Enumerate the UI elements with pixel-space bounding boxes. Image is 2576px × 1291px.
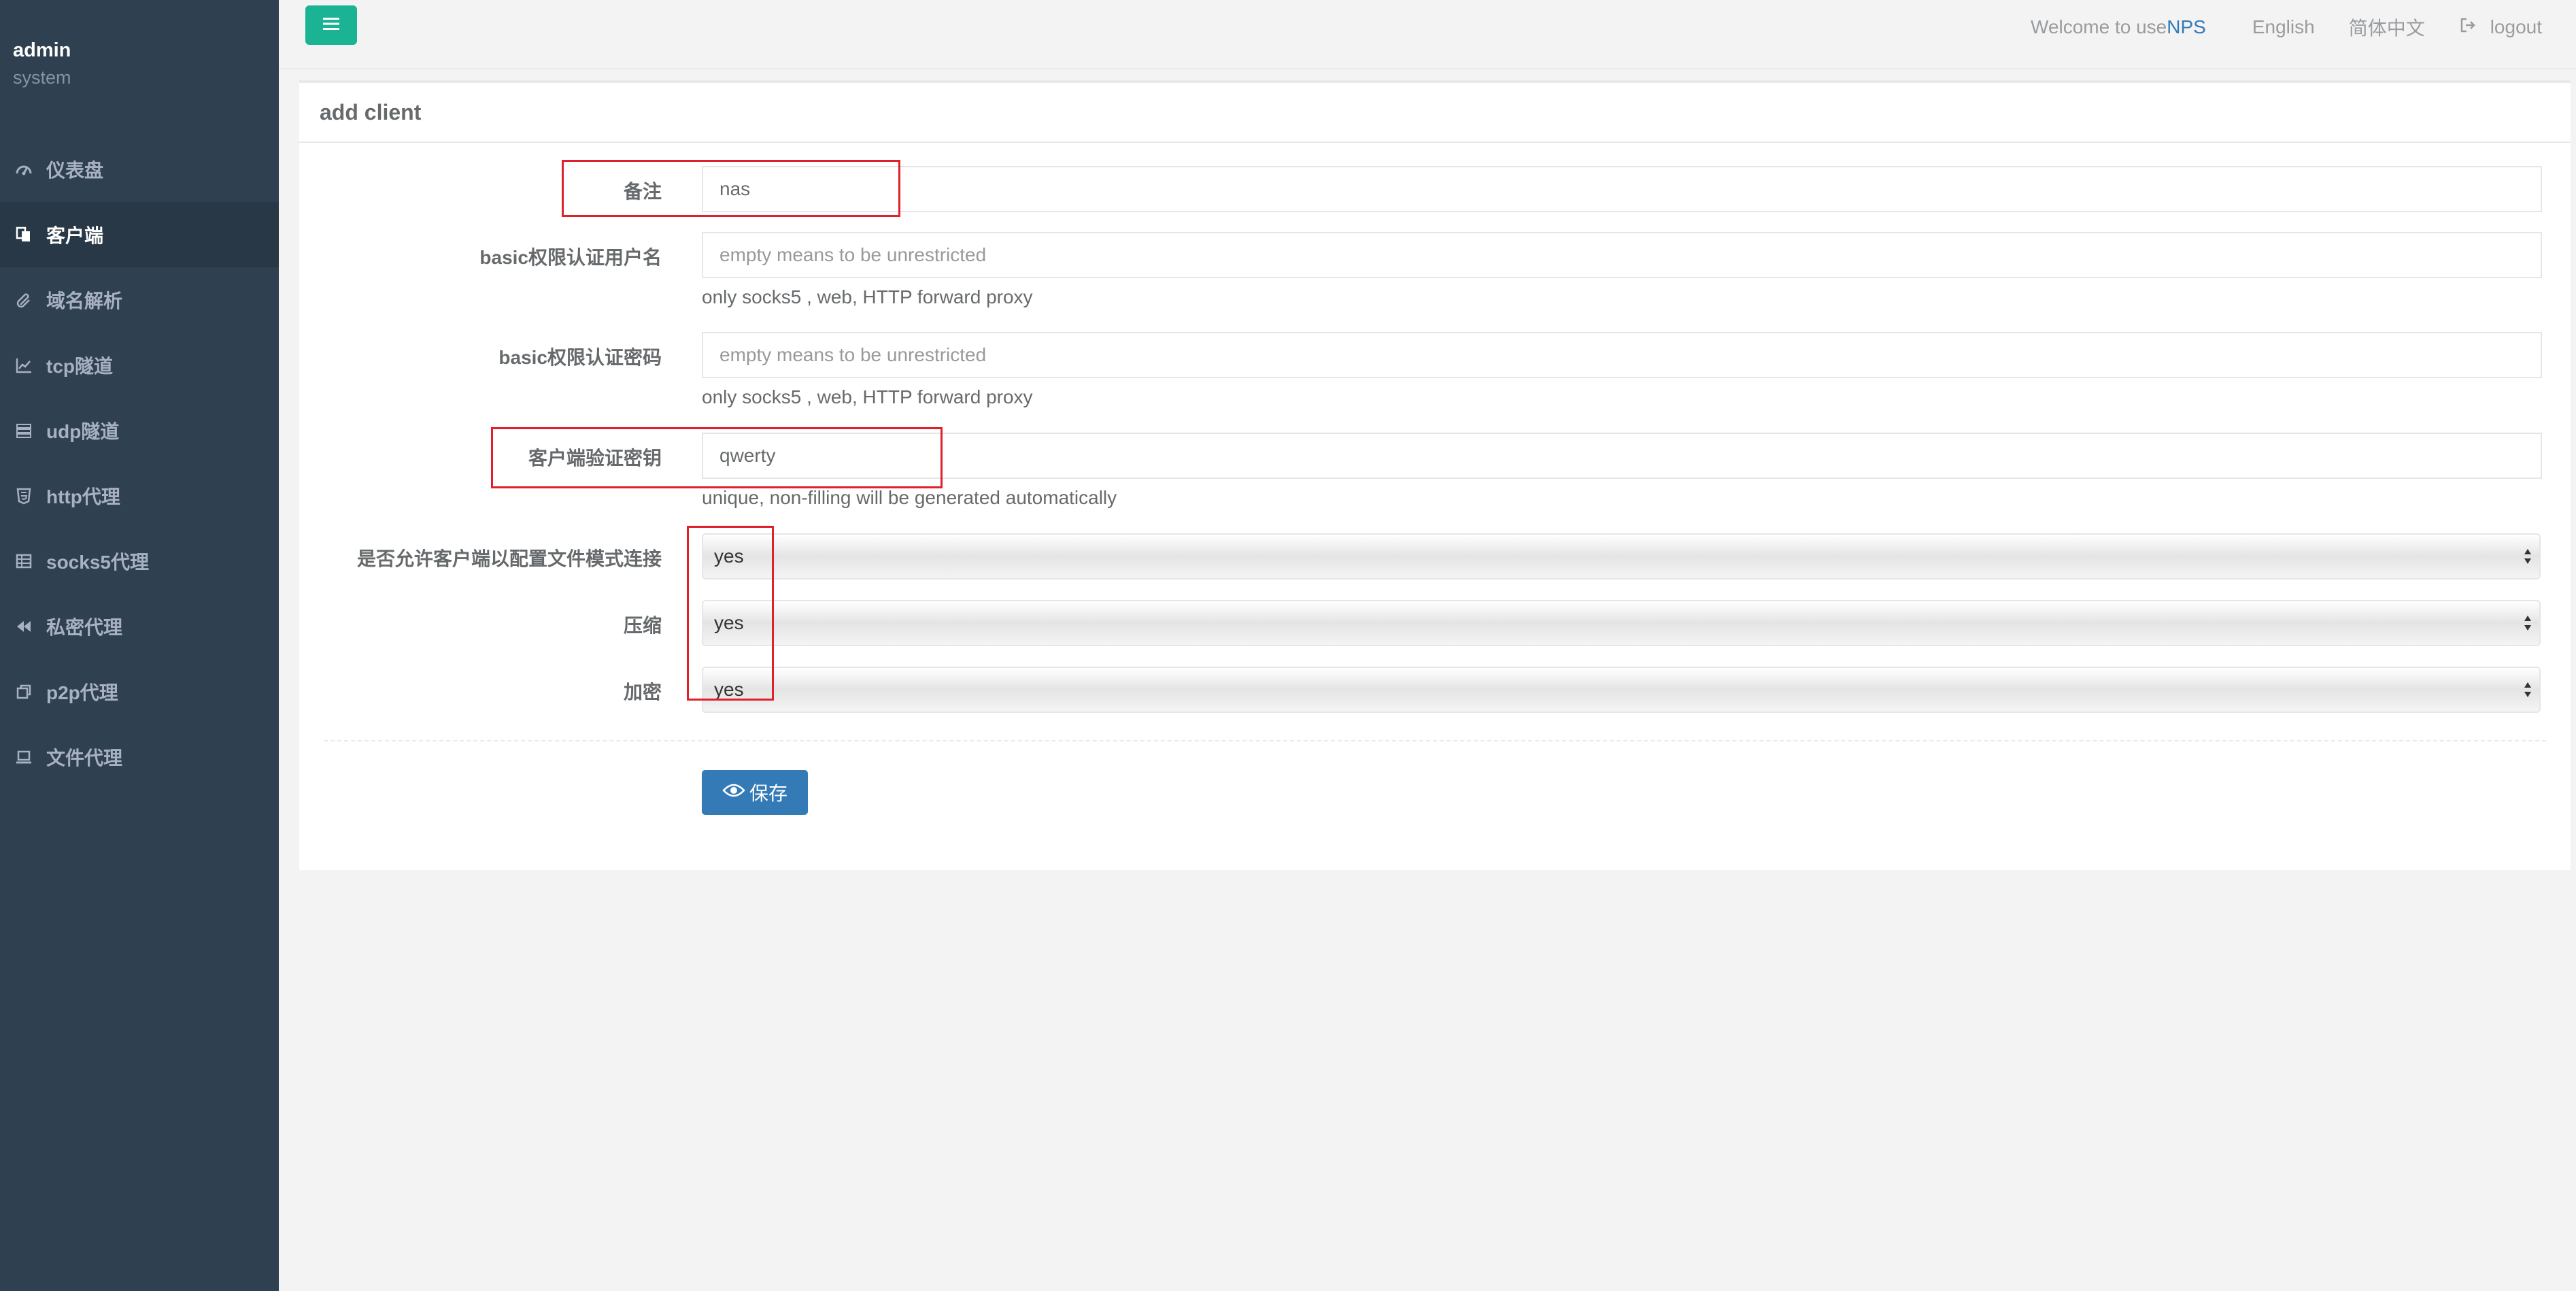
sidebar-item-label: 域名解析 bbox=[46, 290, 123, 312]
copy-icon bbox=[14, 224, 34, 245]
clone-icon bbox=[14, 682, 34, 702]
sidebar-item-label: 仪表盘 bbox=[46, 160, 104, 181]
config-conn-label: 是否允许客户端以配置文件模式连接 bbox=[356, 548, 662, 569]
lang-chinese-link[interactable]: 简体中文 bbox=[2349, 14, 2425, 41]
basic-password-input[interactable]: empty means to be unrestricted bbox=[702, 332, 2542, 378]
sidebar-item-label: tcp隧道 bbox=[46, 356, 114, 377]
sidebar-item-label: http代理 bbox=[46, 486, 120, 507]
vkey-label: 客户端验证密钥 bbox=[528, 448, 662, 469]
remark-input[interactable]: nas bbox=[702, 166, 2542, 212]
sidebar-item-file[interactable]: 文件代理 bbox=[0, 724, 279, 790]
sidebar-item-p2p[interactable]: p2p代理 bbox=[0, 659, 279, 724]
sign-out-icon bbox=[2459, 16, 2490, 39]
save-label: 保存 bbox=[749, 783, 787, 804]
basic-username-input[interactable]: empty means to be unrestricted bbox=[702, 232, 2542, 278]
table-icon bbox=[14, 551, 34, 571]
menu-toggle-button[interactable] bbox=[305, 5, 357, 45]
form-divider bbox=[324, 740, 2546, 741]
vkey-input[interactable]: qwerty bbox=[702, 433, 2542, 479]
sidebar-item-domain[interactable]: 域名解析 bbox=[0, 267, 279, 333]
basic-username-label: basic权限认证用户名 bbox=[479, 247, 662, 268]
html5-icon bbox=[14, 486, 34, 506]
user-name: admin bbox=[13, 39, 71, 61]
remark-label: 备注 bbox=[623, 181, 662, 202]
select-arrows-icon bbox=[2523, 613, 2532, 638]
basic-password-help: only socks5 , web, HTTP forward proxy bbox=[702, 386, 1033, 407]
sidebar-item-tcp[interactable]: tcp隧道 bbox=[0, 333, 279, 398]
crypt-label: 加密 bbox=[623, 682, 662, 703]
dashboard-icon bbox=[14, 159, 34, 180]
compress-label: 压缩 bbox=[623, 615, 662, 636]
logout-link[interactable]: logout bbox=[2459, 16, 2542, 39]
sidebar-item-http[interactable]: http代理 bbox=[0, 463, 279, 529]
sidebar-item-dashboard[interactable]: 仪表盘 bbox=[0, 137, 279, 202]
basic-username-help: only socks5 , web, HTTP forward proxy bbox=[702, 286, 1033, 307]
select-arrows-icon bbox=[2523, 680, 2532, 705]
backward-icon bbox=[14, 616, 34, 637]
eye-icon bbox=[722, 782, 749, 803]
sidebar-item-label: socks5代理 bbox=[46, 552, 149, 573]
top-right-links: Welcome to use NPS English 简体中文 logout bbox=[2031, 14, 2542, 41]
select-value: yes bbox=[714, 679, 744, 700]
logout-label: logout bbox=[2490, 16, 2542, 37]
sidebar-item-label: p2p代理 bbox=[46, 682, 118, 703]
basic-password-label: basic权限认证密码 bbox=[498, 347, 662, 368]
sidebar-item-label: 文件代理 bbox=[46, 748, 123, 769]
laptop-icon bbox=[14, 747, 34, 767]
sidebar-nav: 仪表盘 客户端 域名解析 tcp隧道 udp隧道 http代理 socks5代理… bbox=[0, 137, 279, 790]
line-chart-icon bbox=[14, 355, 34, 375]
compress-select[interactable]: yes bbox=[702, 600, 2541, 646]
sidebar-item-secret[interactable]: 私密代理 bbox=[0, 594, 279, 659]
crypt-select[interactable]: yes bbox=[702, 667, 2541, 713]
sidebar-item-label: 客户端 bbox=[46, 225, 104, 246]
select-value: yes bbox=[714, 612, 744, 633]
server-icon bbox=[14, 420, 34, 441]
save-button[interactable]: 保存 bbox=[702, 770, 808, 815]
lang-english-link[interactable]: English bbox=[2252, 16, 2315, 38]
sidebar-item-label: udp隧道 bbox=[46, 421, 120, 442]
sidebar-item-label: 私密代理 bbox=[46, 617, 123, 638]
user-profile[interactable]: admin system bbox=[13, 38, 71, 90]
sidebar-item-socks5[interactable]: socks5代理 bbox=[0, 529, 279, 594]
welcome-text: Welcome to use bbox=[2031, 16, 2167, 37]
config-conn-select[interactable]: yes bbox=[702, 533, 2541, 580]
hamburger-icon bbox=[323, 17, 339, 34]
sidebar-item-clients[interactable]: 客户端 bbox=[0, 202, 279, 267]
panel-title: add client bbox=[299, 83, 2571, 143]
add-client-panel: add client 备注 nas basic权限认证用户名 empty mea… bbox=[299, 80, 2571, 870]
select-arrows-icon bbox=[2523, 546, 2532, 571]
select-value: yes bbox=[714, 546, 744, 567]
sidebar-item-udp[interactable]: udp隧道 bbox=[0, 398, 279, 463]
paperclip-icon bbox=[14, 290, 34, 310]
vkey-help: unique, non-filling will be generated au… bbox=[702, 487, 1117, 508]
top-navbar: Welcome to use NPS English 简体中文 logout bbox=[279, 0, 2576, 69]
sidebar: admin system 仪表盘 客户端 域名解析 tcp隧道 udp隧道 ht… bbox=[0, 0, 279, 1291]
user-role: system bbox=[13, 67, 71, 88]
brand-link[interactable]: NPS bbox=[2167, 16, 2206, 38]
